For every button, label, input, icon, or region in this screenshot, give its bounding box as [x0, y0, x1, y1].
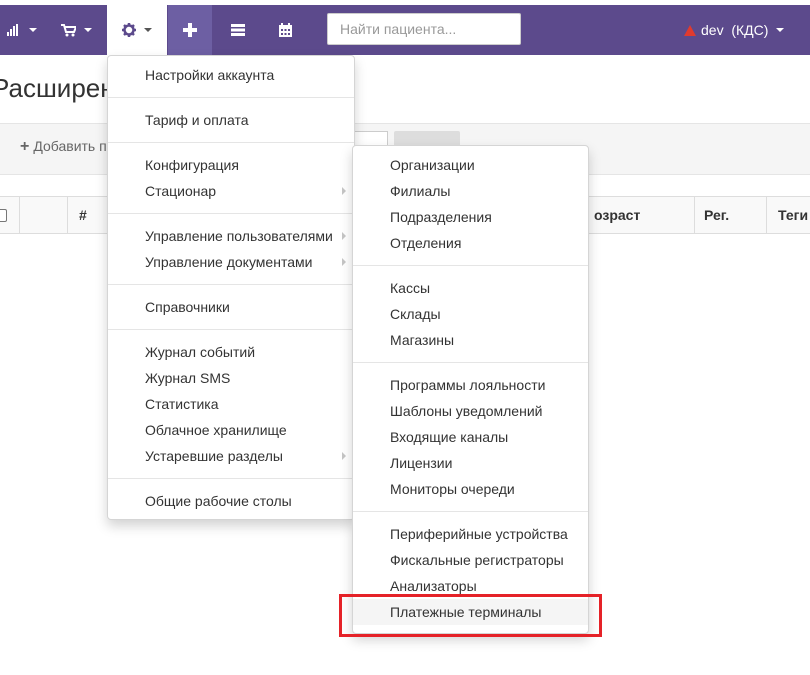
menu-item-legacy-sections[interactable]: Устаревшие разделы	[108, 443, 354, 469]
calendar-icon	[278, 23, 292, 37]
menu-divider	[353, 265, 588, 266]
submenu-item-incoming-channels[interactable]: Входящие каналы	[353, 424, 588, 450]
submenu-item-licenses[interactable]: Лицензии	[353, 450, 588, 476]
menu-item-hospital[interactable]: Стационар	[108, 178, 354, 204]
page-title: Расширен	[0, 73, 115, 103]
menu-item-configuration[interactable]: Конфигурация	[108, 152, 354, 178]
user-menu[interactable]: dev (КДС)	[684, 5, 785, 55]
column-divider	[67, 197, 68, 233]
patient-search-input[interactable]	[327, 13, 521, 45]
plus-icon: +	[20, 138, 30, 155]
menu-divider	[108, 142, 354, 143]
menu-item-tariff[interactable]: Тариф и оплата	[108, 107, 354, 133]
menu-divider	[353, 362, 588, 363]
user-label: dev (КДС)	[701, 22, 769, 38]
column-header-tags[interactable]: Теги	[778, 197, 808, 233]
column-divider	[766, 197, 767, 233]
cart-menu-button[interactable]	[48, 5, 104, 55]
submenu-item-branches[interactable]: Филиалы	[353, 178, 588, 204]
menu-divider	[108, 213, 354, 214]
submenu-item-stores[interactable]: Магазины	[353, 327, 588, 353]
chevron-right-icon	[342, 452, 346, 460]
menu-item-cloud-storage[interactable]: Облачное хранилище	[108, 417, 354, 443]
menu-divider	[108, 329, 354, 330]
menu-item-user-management[interactable]: Управление пользователями	[108, 223, 354, 249]
menu-divider	[108, 284, 354, 285]
reports-menu-button[interactable]	[0, 5, 44, 55]
chevron-right-icon	[342, 232, 346, 240]
add-record-label: Добавить п	[33, 138, 107, 154]
top-navbar: dev (КДС)	[0, 5, 810, 55]
add-record-button[interactable]: + Добавить п	[20, 138, 107, 156]
plus-icon	[183, 23, 197, 37]
menu-divider	[353, 511, 588, 512]
bar-chart-icon	[7, 24, 18, 36]
column-header-reg[interactable]: Рег.	[704, 197, 729, 233]
menu-item-account-settings[interactable]: Настройки аккаунта	[108, 62, 354, 88]
chevron-down-icon	[144, 28, 152, 32]
menu-item-statistics[interactable]: Статистика	[108, 391, 354, 417]
submenu-item-fiscal-registers[interactable]: Фискальные регистраторы	[353, 547, 588, 573]
column-divider	[694, 197, 695, 233]
chevron-down-icon	[29, 28, 37, 32]
submenu-item-organizations[interactable]: Организации	[353, 152, 588, 178]
submenu-item-subdivisions[interactable]: Подразделения	[353, 204, 588, 230]
list-icon	[231, 24, 245, 36]
calendar-button[interactable]	[263, 5, 307, 55]
chevron-down-icon	[776, 28, 785, 32]
submenu-item-peripheral-devices[interactable]: Периферийные устройства	[353, 521, 588, 547]
settings-dropdown: Настройки аккаунта Тариф и оплата Конфиг…	[107, 55, 355, 520]
submenu-item-departments[interactable]: Отделения	[353, 230, 588, 256]
column-header-number[interactable]: #	[79, 197, 87, 233]
settings-menu-button[interactable]	[107, 5, 167, 55]
column-header-age[interactable]: озраст	[594, 197, 640, 233]
submenu-item-cash-desks[interactable]: Кассы	[353, 275, 588, 301]
menu-item-event-log[interactable]: Журнал событий	[108, 339, 354, 365]
submenu-item-queue-monitors[interactable]: Мониторы очереди	[353, 476, 588, 502]
menu-item-document-management[interactable]: Управление документами	[108, 249, 354, 275]
submenu-item-warehouses[interactable]: Склады	[353, 301, 588, 327]
menu-item-directories[interactable]: Справочники	[108, 294, 354, 320]
add-button[interactable]	[168, 5, 212, 55]
chevron-right-icon	[342, 187, 346, 195]
list-button[interactable]	[216, 5, 260, 55]
chevron-right-icon	[342, 258, 346, 266]
menu-divider	[108, 478, 354, 479]
warning-icon	[684, 24, 696, 36]
submenu-item-loyalty-programs[interactable]: Программы лояльности	[353, 372, 588, 398]
menu-item-sms-log[interactable]: Журнал SMS	[108, 365, 354, 391]
chevron-down-icon	[83, 28, 92, 32]
menu-item-shared-desktops[interactable]: Общие рабочие столы	[108, 488, 354, 514]
select-all-checkbox[interactable]	[0, 209, 7, 222]
gear-icon	[122, 23, 136, 37]
menu-divider	[108, 97, 354, 98]
highlight-annotation	[339, 594, 602, 637]
column-divider	[19, 197, 20, 233]
configuration-submenu: Организации Филиалы Подразделения Отделе…	[352, 145, 589, 634]
cart-icon	[60, 23, 76, 36]
submenu-item-notification-templates[interactable]: Шаблоны уведомлений	[353, 398, 588, 424]
